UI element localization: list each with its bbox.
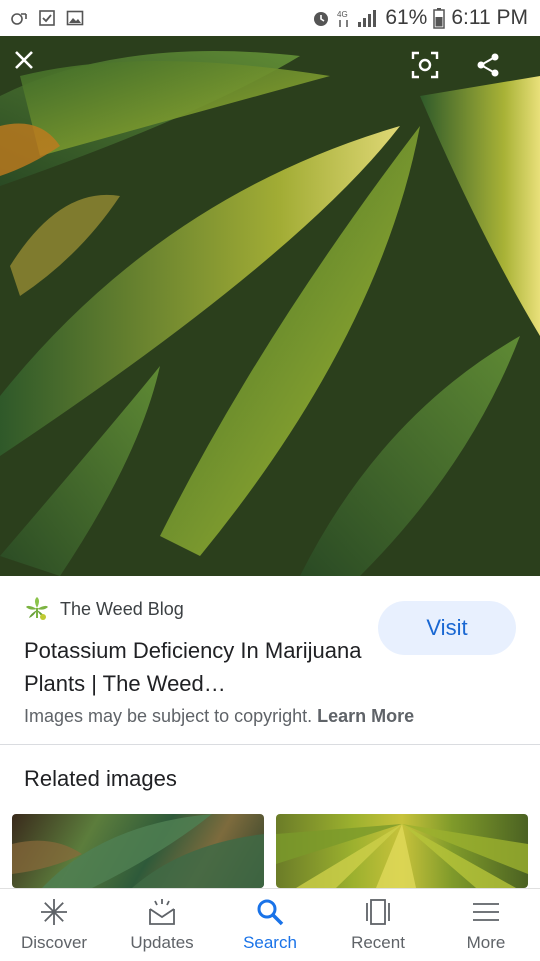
alarm-icon	[314, 12, 329, 26]
related-image-thumbnail[interactable]	[276, 814, 528, 888]
lens-button[interactable]	[411, 51, 455, 95]
result-image[interactable]	[0, 36, 540, 576]
battery-percent: 61%	[385, 6, 428, 29]
nav-label: Search	[243, 933, 297, 952]
source-name: The Weed Blog	[60, 598, 184, 619]
nav-updates[interactable]: Updates	[108, 889, 216, 961]
nav-more[interactable]: More	[432, 889, 540, 961]
share-icon	[477, 53, 499, 77]
related-image-thumbnail[interactable]	[12, 814, 264, 888]
clock: 6:11 PM	[451, 6, 528, 29]
status-left-icons	[10, 9, 84, 27]
updates-icon	[147, 897, 177, 927]
menu-icon	[471, 897, 501, 927]
learn-more-link[interactable]: Learn More	[317, 706, 414, 726]
copyright-notice: Images may be subject to copyright. Lear…	[24, 706, 414, 727]
visit-button[interactable]: Visit	[378, 601, 516, 655]
source-row[interactable]: The Weed Blog	[24, 596, 184, 622]
discover-icon	[39, 897, 69, 927]
nav-discover[interactable]: Discover	[0, 889, 108, 961]
related-leaf-photo	[276, 824, 528, 888]
related-images-heading: Related images	[24, 766, 177, 791]
checkbox-icon	[39, 10, 55, 26]
missed-call-icon	[11, 13, 27, 25]
result-title[interactable]: Potassium Deficiency In Marijuana Plants…	[24, 634, 364, 700]
search-icon	[255, 897, 285, 927]
bottom-navigation: Discover Updates Search Recent More	[0, 888, 540, 961]
recent-icon	[363, 897, 393, 927]
related-leaf-photo	[12, 814, 264, 888]
status-right: 4G 61% 6:11 PM	[311, 6, 528, 30]
site-favicon-icon	[26, 597, 48, 620]
nav-label: Recent	[351, 933, 405, 952]
nav-label: Discover	[20, 933, 88, 952]
close-button[interactable]	[12, 48, 56, 92]
nav-recent[interactable]: Recent	[324, 889, 432, 961]
nav-label: More	[466, 933, 506, 952]
gallery-icon	[66, 10, 84, 26]
lens-icon	[411, 51, 439, 79]
nav-search[interactable]: Search	[216, 889, 324, 961]
signal-icon	[358, 10, 377, 27]
nav-label: Updates	[130, 933, 194, 952]
battery-icon	[433, 8, 446, 29]
close-icon	[15, 51, 33, 69]
copyright-text: Images may be subject to copyright.	[24, 706, 313, 726]
divider	[0, 744, 540, 745]
data-icon: 4G	[337, 10, 349, 27]
share-button[interactable]	[474, 51, 518, 95]
status-bar: 4G 61% 6:11 PM	[0, 0, 540, 36]
leaf-photo	[0, 36, 540, 576]
svg-text:4G: 4G	[337, 10, 348, 19]
